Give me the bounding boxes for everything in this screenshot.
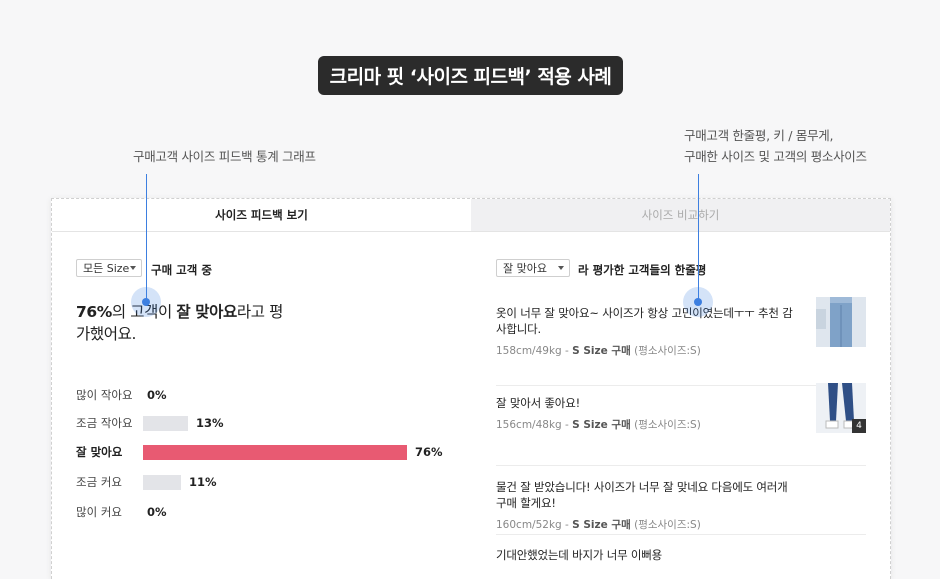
fit-bar-row: 잘 맞아요 76% xyxy=(76,444,443,460)
review-body-size: 160cm/52kg xyxy=(496,519,562,531)
review-meta-separator: - xyxy=(561,345,573,357)
fit-bar-row: 많이 커요 0% xyxy=(76,504,167,520)
page-title: 크리마 핏 ‘사이즈 피드백’ 적용 사례 xyxy=(318,56,623,95)
review-text: 물건 잘 받았습니다! 사이즈가 너무 잘 맞네요 다음에도 여러개 구매 할게… xyxy=(496,480,788,510)
fit-bar xyxy=(143,415,188,431)
review-item[interactable]: 잘 맞아서 좋아요! 156cm/48kg - S Size 구매 (평소사이즈:… xyxy=(496,383,866,466)
size-select[interactable]: 모든 Size xyxy=(76,259,142,277)
review-item[interactable]: 기대안했었는데 바지가 너무 이뻐용 xyxy=(496,547,866,579)
review-meta: 158cm/49kg - S Size 구매 (평소사이즈:S) xyxy=(496,343,866,358)
review-usual-size: (평소사이즈:S) xyxy=(634,345,701,357)
fit-bar-label: 잘 맞아요 xyxy=(76,445,123,459)
tab-size-compare[interactable]: 사이즈 비교하기 xyxy=(471,199,890,231)
left-hotspot-marker xyxy=(131,287,161,317)
fit-bar-value: 13% xyxy=(196,416,224,430)
review-usual-size: (평소사이즈:S) xyxy=(634,519,701,531)
review-meta: 156cm/48kg - S Size 구매 (평소사이즈:S) xyxy=(496,417,866,432)
review-text: 옷이 너무 잘 맞아요~ 사이즈가 항상 고민이였는데ㅜㅜ 추천 감사합니다. xyxy=(496,306,793,336)
review-purchased-size: S Size 구매 xyxy=(572,419,631,431)
fit-select[interactable]: 잘 맞아요 xyxy=(496,259,570,277)
size-feedback-widget: 사이즈 피드백 보기 사이즈 비교하기 모든 Size 구매 고객 중 76%의… xyxy=(51,198,891,579)
size-select-suffix: 구매 고객 중 xyxy=(151,263,212,277)
right-connector-line xyxy=(698,174,699,302)
review-usual-size: (평소사이즈:S) xyxy=(634,419,701,431)
left-annotation: 구매고객 사이즈 피드백 통계 그래프 xyxy=(133,149,316,164)
fit-bar-value: 76% xyxy=(415,445,443,459)
review-body-size: 158cm/49kg xyxy=(496,345,562,357)
review-meta-separator: - xyxy=(561,519,573,531)
fit-summary: 76%의 고객이 잘 맞아요라고 평가했어요. xyxy=(76,301,296,345)
tab-size-feedback[interactable]: 사이즈 피드백 보기 xyxy=(52,199,471,231)
fit-bar xyxy=(143,444,407,460)
review-meta-separator: - xyxy=(561,419,573,431)
fit-bar-value: 0% xyxy=(147,388,167,402)
left-connector-line xyxy=(146,174,147,302)
review-body-size: 156cm/48kg xyxy=(496,419,562,431)
right-hotspot-marker xyxy=(683,287,713,317)
size-select-value: 모든 Size xyxy=(83,262,130,275)
review-photo-thumbnail[interactable] xyxy=(816,297,866,347)
fit-bar-row: 조금 커요 11% xyxy=(76,474,217,490)
fit-select-value: 잘 맞아요 xyxy=(503,262,547,275)
photo-count-badge: 4 xyxy=(852,419,866,433)
fit-bar-label: 조금 작아요 xyxy=(76,416,133,430)
fit-summary-fit: 잘 맞아요 xyxy=(176,303,237,321)
tab-bar: 사이즈 피드백 보기 사이즈 비교하기 xyxy=(52,199,890,232)
fit-bar-value: 0% xyxy=(147,505,167,519)
fit-bar-label: 많이 커요 xyxy=(76,505,122,519)
review-item[interactable]: 물건 잘 받았습니다! 사이즈가 너무 잘 맞네요 다음에도 여러개 구매 할게… xyxy=(496,479,866,535)
right-annotation-line2: 구매한 사이즈 및 고객의 평소사이즈 xyxy=(684,149,867,164)
fit-select-suffix: 라 평가한 고객들의 한줄평 xyxy=(578,263,707,277)
fit-bar-row: 조금 작아요 13% xyxy=(76,415,224,431)
right-annotation-line1: 구매고객 한줄평, 키 / 몸무게, xyxy=(684,128,834,143)
fit-summary-percent: 76% xyxy=(76,303,112,321)
review-item[interactable]: 옷이 너무 잘 맞아요~ 사이즈가 항상 고민이였는데ㅜㅜ 추천 감사합니다. 1… xyxy=(496,297,866,386)
review-purchased-size: S Size 구매 xyxy=(572,345,631,357)
chevron-down-icon xyxy=(130,266,136,270)
fit-bar-label: 많이 작아요 xyxy=(76,388,133,402)
review-purchased-size: S Size 구매 xyxy=(572,519,631,531)
chevron-down-icon xyxy=(558,266,564,270)
fit-bar-row: 많이 작아요 0% xyxy=(76,387,167,403)
review-photo-thumbnail[interactable]: 4 xyxy=(816,383,866,433)
review-meta: 160cm/52kg - S Size 구매 (평소사이즈:S) xyxy=(496,517,866,532)
review-text: 기대안했었는데 바지가 너무 이뻐용 xyxy=(496,548,663,562)
fit-bar-value: 11% xyxy=(189,475,217,489)
fit-bar xyxy=(143,474,181,490)
review-text: 잘 맞아서 좋아요! xyxy=(496,396,580,410)
right-annotation: 구매고객 한줄평, 키 / 몸무게, 구매한 사이즈 및 고객의 평소사이즈 xyxy=(684,125,867,167)
fit-bar-label: 조금 커요 xyxy=(76,475,122,489)
